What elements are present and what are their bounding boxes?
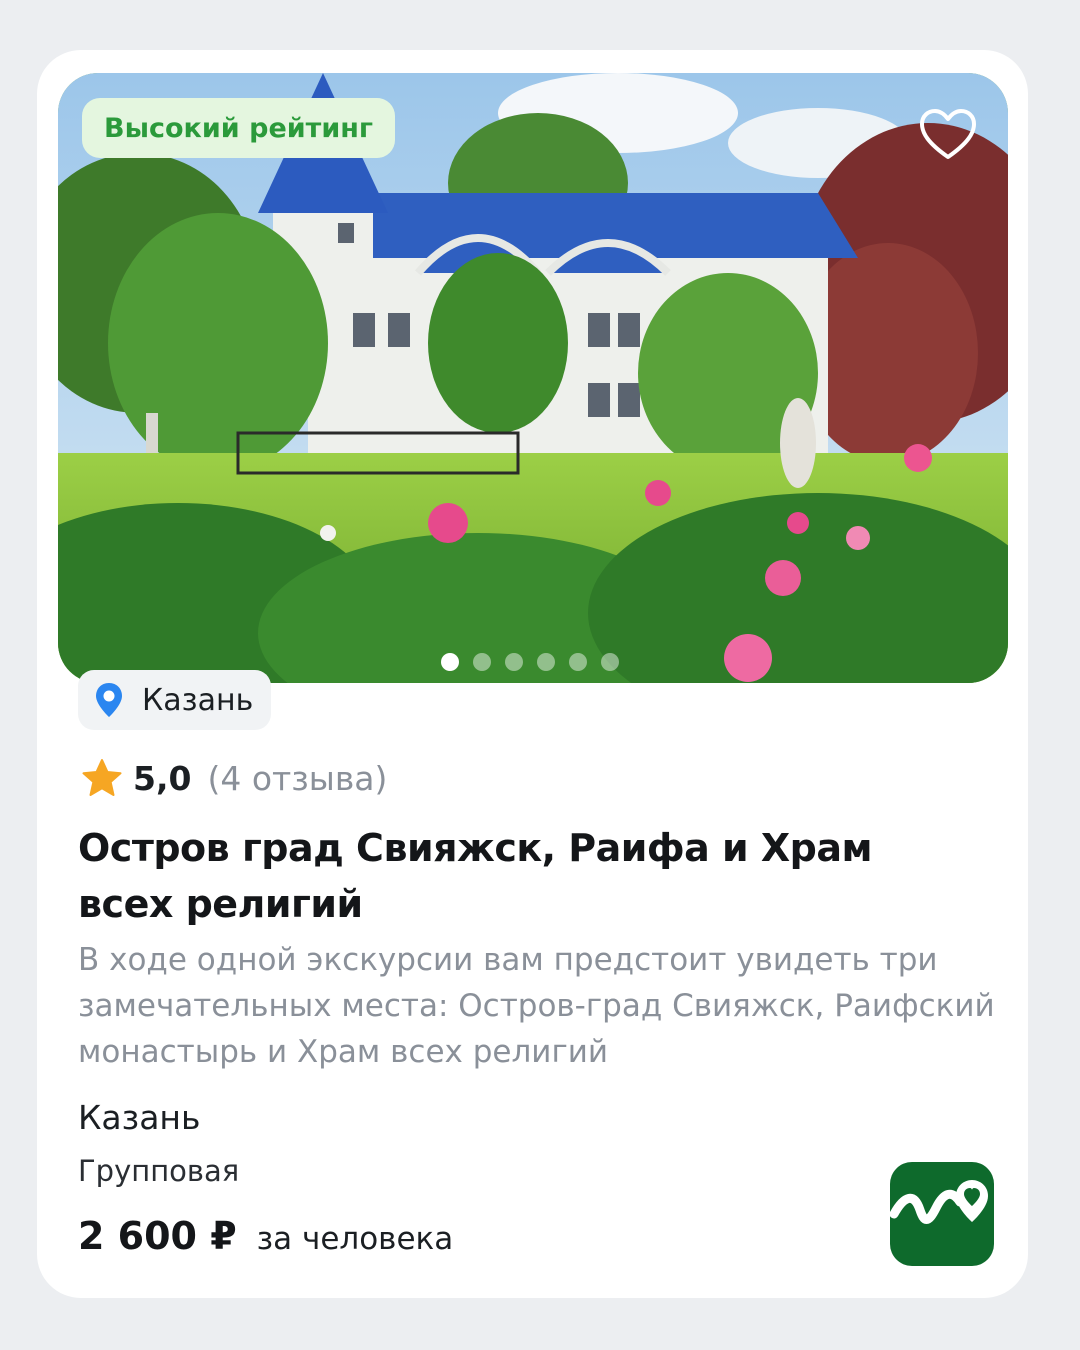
carousel-dot[interactable] [601,653,619,671]
carousel-dot[interactable] [505,653,523,671]
location-chip[interactable]: Казань [78,670,272,730]
app-logo-icon [890,1162,994,1266]
excursion-city: Казань [78,1098,201,1137]
carousel-dot[interactable] [569,653,587,671]
rating-score: 5,0 [133,758,192,798]
price-value: 2 600 ₽ [78,1214,237,1258]
map-pin-icon [96,683,122,717]
price-unit: за человека [256,1221,454,1257]
rating: 5,0 (4 отзыва) [81,758,387,798]
location-label: Казань [142,682,254,718]
monastery-photo-image [58,73,1008,683]
star-icon [82,759,122,796]
excursion-card[interactable]: Высокий рейтинг Казань 5,0 (4 отзыва) Ос… [37,50,1028,1298]
excursion-title[interactable]: Остров град Свияжск, Раифа и Храм всех р… [78,820,978,932]
carousel-dot[interactable] [537,653,555,671]
price-row: 2 600 ₽ за человека [78,1214,453,1258]
badge-label: Высокий рейтинг [104,112,373,144]
carousel-dot[interactable] [473,653,491,671]
high-rating-badge: Высокий рейтинг [82,98,395,158]
excursion-description: В ходе одной экскурсии вам предстоит уви… [78,942,995,1070]
reviews-count[interactable]: (4 отзыва) [207,759,387,798]
tour-type: Групповая [78,1154,240,1188]
excursion-photo[interactable]: Высокий рейтинг [58,73,1008,683]
carousel-dot[interactable] [441,653,459,671]
carousel-dots[interactable] [441,653,619,671]
heart-outline-icon[interactable] [918,107,978,163]
